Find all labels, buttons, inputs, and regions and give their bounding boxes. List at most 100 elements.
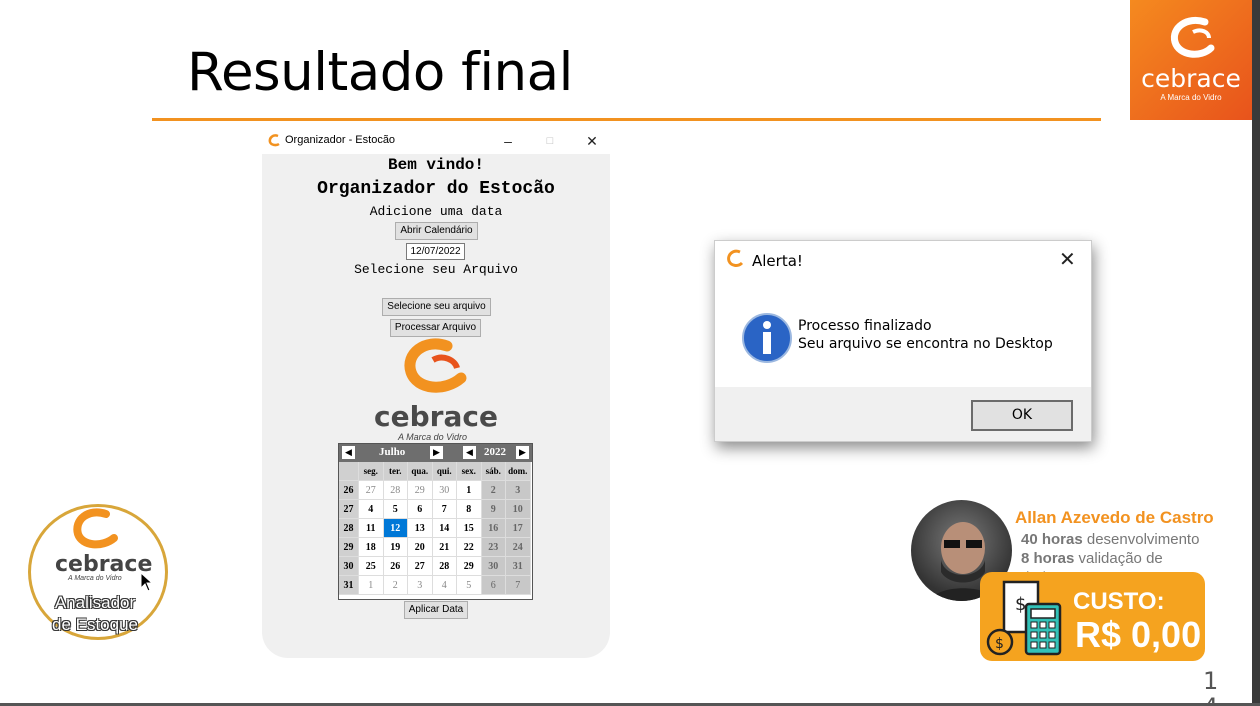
calendar-day[interactable]: 29 <box>408 481 433 500</box>
calendar-weekday-row: seg. ter. qua. qui. sex. sáb. dom. <box>339 462 532 481</box>
logo-brand: cebrace <box>1141 64 1241 93</box>
calendar-day[interactable]: 11 <box>359 519 384 538</box>
calendar-day[interactable]: 1 <box>359 576 384 595</box>
calendar-day[interactable]: 6 <box>481 576 506 595</box>
alert-app-icon <box>727 249 744 267</box>
calendar-day[interactable]: 13 <box>408 519 433 538</box>
calendar-day[interactable]: 30 <box>432 481 457 500</box>
calendar-day[interactable]: 5 <box>383 500 408 519</box>
calendar-day[interactable]: 25 <box>359 557 384 576</box>
alert-message-line1: Processo finalizado <box>798 318 932 334</box>
svg-text:$: $ <box>995 636 1004 652</box>
calendar-day[interactable]: 21 <box>432 538 457 557</box>
calendar-day[interactable]: 7 <box>506 576 531 595</box>
calendar-day[interactable]: 1 <box>457 481 482 500</box>
calculator-money-icon: $ $ <box>986 580 1062 656</box>
process-file-button[interactable]: Processar Arquivo <box>390 319 481 337</box>
calendar-day[interactable]: 12 <box>383 519 408 538</box>
calendar-weekday: sex. <box>457 462 482 481</box>
calendar-day[interactable]: 4 <box>432 576 457 595</box>
calendar-day[interactable]: 10 <box>506 500 531 519</box>
next-month-button[interactable]: ▶ <box>430 446 443 459</box>
calendar-day[interactable]: 29 <box>457 557 482 576</box>
week-number: 27 <box>339 500 359 519</box>
calendar-day[interactable]: 15 <box>457 519 482 538</box>
alert-title: Alerta! <box>752 252 803 270</box>
minimize-button[interactable]: – <box>494 130 522 152</box>
add-date-label: Adicione uma data <box>369 204 503 219</box>
welcome-text: Bem vindo! <box>387 156 484 174</box>
calendar-day[interactable]: 28 <box>432 557 457 576</box>
page-number: 14 <box>1203 667 1219 706</box>
calendar-day[interactable]: 3 <box>506 481 531 500</box>
page-title: Resultado final <box>187 42 573 103</box>
calendar-day[interactable]: 31 <box>506 557 531 576</box>
open-calendar-button[interactable]: Abrir Calendário <box>395 222 478 240</box>
calendar-day[interactable]: 19 <box>383 538 408 557</box>
ok-button[interactable]: OK <box>971 400 1073 431</box>
svg-text:$: $ <box>1015 594 1026 615</box>
validation-hours: 8 horas <box>1021 550 1075 567</box>
alert-dialog: Alerta! ✕ Processo finalizado Seu arquiv… <box>714 240 1092 442</box>
calendar-weekday: ter. <box>383 462 408 481</box>
calendar-day[interactable]: 17 <box>506 519 531 538</box>
calendar-weekday: seg. <box>359 462 384 481</box>
calendar-day[interactable]: 5 <box>457 576 482 595</box>
prev-month-button[interactable]: ◀ <box>342 446 355 459</box>
window-titlebar[interactable]: Organizador - Estocão – □ ✕ <box>262 128 610 154</box>
badge-swirl-icon <box>73 508 118 549</box>
calendar-day[interactable]: 16 <box>481 519 506 538</box>
calendar-day[interactable]: 9 <box>481 500 506 519</box>
calendar-day[interactable]: 7 <box>432 500 457 519</box>
person-name: Allan Azevedo de Castro <box>1015 508 1214 527</box>
calendar-weekday: dom. <box>506 462 531 481</box>
calendar-week-row: 27 4 5 6 7 8 9 10 <box>339 500 532 519</box>
calendar-day[interactable]: 28 <box>383 481 408 500</box>
calendar-week-row: 29 18 19 20 21 22 23 24 <box>339 538 532 557</box>
select-file-button[interactable]: Selecione seu arquivo <box>382 298 491 316</box>
alert-message: Processo finalizado Seu arquivo se encon… <box>798 317 1053 353</box>
calendar-widget: ◀ Julho ▶ ◀ 2022 ▶ seg. ter. qua. qui. sex. s… <box>338 443 533 600</box>
calendar-day[interactable]: 22 <box>457 538 482 557</box>
calendar-header: ◀ Julho ▶ ◀ 2022 ▶ <box>339 444 532 462</box>
organizer-window: Organizador - Estocão – □ ✕ Bem vindo! O… <box>262 128 610 658</box>
calendar-day[interactable]: 20 <box>408 538 433 557</box>
info-icon <box>742 313 792 363</box>
calendar-day[interactable]: 18 <box>359 538 384 557</box>
calendar-day[interactable]: 30 <box>481 557 506 576</box>
select-file-label: Selecione seu Arquivo <box>354 262 518 277</box>
logo-tagline: A Marca do Vidro <box>1160 93 1222 102</box>
badge-tagline: A Marca do Vidro <box>68 575 122 582</box>
app-logo-tagline: A Marca do Vidro <box>398 432 468 442</box>
calendar-day[interactable]: 14 <box>432 519 457 538</box>
dev-hours-text: desenvolvimento <box>1082 531 1200 548</box>
app-heading: Organizador do Estocão <box>317 179 555 199</box>
calendar-weekday: qui. <box>432 462 457 481</box>
calendar-day[interactable]: 8 <box>457 500 482 519</box>
calendar-day[interactable]: 24 <box>506 538 531 557</box>
calendar-day[interactable]: 2 <box>383 576 408 595</box>
calendar-day[interactable]: 27 <box>408 557 433 576</box>
calendar-day[interactable]: 6 <box>408 500 433 519</box>
calendar-day[interactable]: 2 <box>481 481 506 500</box>
dev-hours-line: 40 horas desenvolvimento <box>1021 531 1199 548</box>
calendar-week-row: 30 25 26 27 28 29 30 31 <box>339 557 532 576</box>
calendar-day[interactable]: 3 <box>408 576 433 595</box>
week-number: 29 <box>339 538 359 557</box>
maximize-button[interactable]: □ <box>536 130 564 152</box>
date-field[interactable]: 12/07/2022 <box>406 243 465 260</box>
prev-year-button[interactable]: ◀ <box>463 446 476 459</box>
calendar-day[interactable]: 23 <box>481 538 506 557</box>
close-button[interactable]: ✕ <box>578 130 606 152</box>
calendar-day[interactable]: 4 <box>359 500 384 519</box>
next-year-button[interactable]: ▶ <box>516 446 529 459</box>
apply-date-button[interactable]: Aplicar Data <box>404 601 468 619</box>
cost-label: CUSTO: <box>1073 588 1165 615</box>
badge-label-line2: de Estoque <box>51 615 138 634</box>
alert-footer: OK <box>715 387 1091 441</box>
alert-close-button[interactable]: ✕ <box>1059 247 1076 272</box>
window-title: Organizador - Estocão <box>285 134 396 146</box>
calendar-week-row: 26 27 28 29 30 1 2 3 <box>339 481 532 500</box>
calendar-day[interactable]: 27 <box>359 481 384 500</box>
calendar-day[interactable]: 26 <box>383 557 408 576</box>
